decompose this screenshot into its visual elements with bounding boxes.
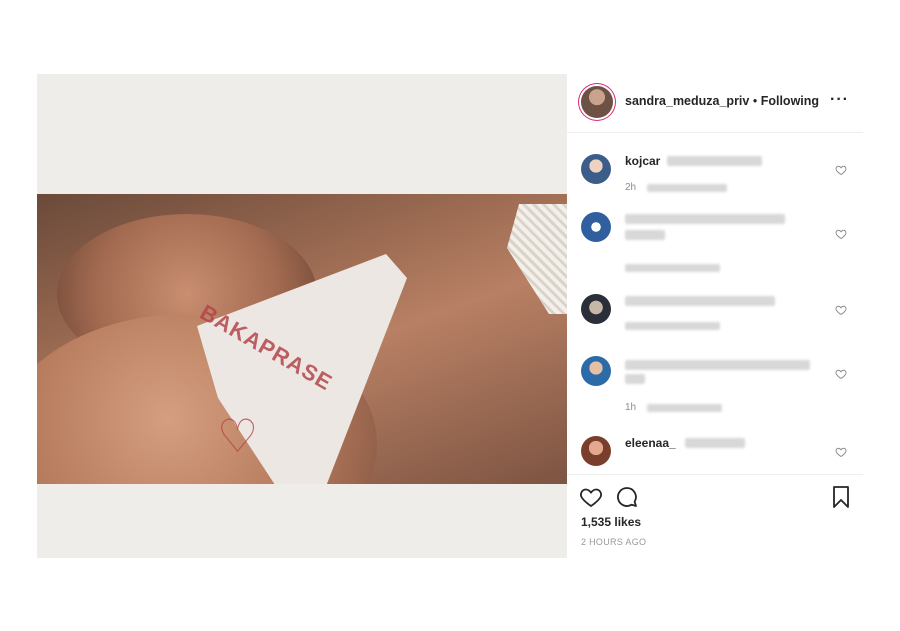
comment-username[interactable]: kojcar (625, 154, 660, 168)
comment-text-blurred (625, 214, 785, 224)
comment-time: 1h (625, 402, 637, 413)
likes-count[interactable]: 1,535 likes (581, 515, 641, 529)
post-photo[interactable]: BAKAPRASE ♡ (37, 74, 567, 558)
comment-username[interactable]: eleenaa_ (625, 436, 676, 450)
commenter-avatar[interactable] (581, 212, 611, 242)
commenter-avatar[interactable] (581, 154, 611, 184)
comment-like-icon[interactable] (835, 446, 847, 458)
comment-meta-blurred (625, 322, 720, 330)
commenter-avatar[interactable] (581, 356, 611, 386)
comment-item: eleenaa_ (567, 416, 863, 476)
comment-like-icon[interactable] (835, 304, 847, 316)
comment-like-icon[interactable] (835, 368, 847, 380)
comment-meta-blurred (625, 264, 720, 272)
comment-like-icon[interactable] (835, 228, 847, 240)
comment-meta-blurred (647, 184, 727, 192)
comment-text-blurred (625, 360, 810, 370)
post-header: sandra_meduza_priv • Following ··· (567, 74, 863, 133)
comments-list: kojcar 2h 1h eleenaa_ (567, 134, 863, 474)
more-options-icon[interactable]: ··· (830, 91, 849, 109)
post-sidebar: sandra_meduza_priv • Following ··· kojca… (567, 74, 863, 558)
comment-text-blurred (625, 374, 645, 384)
separator-dot: • (752, 94, 758, 108)
post-author: sandra_meduza_priv • Following (625, 94, 819, 108)
comment-text-blurred (625, 230, 665, 240)
post-timestamp: 2 HOURS AGO (581, 537, 647, 547)
comment-item: 1h (567, 336, 863, 413)
post-actions: 1,535 likes 2 HOURS AGO (567, 474, 863, 559)
photo-heart-drawing: ♡ (217, 410, 259, 462)
comment-text-blurred (667, 156, 762, 166)
follow-status-button[interactable]: Following (761, 94, 819, 108)
comment-text-blurred (685, 438, 745, 448)
photo-content: BAKAPRASE ♡ (37, 194, 567, 484)
photo-lace (507, 204, 567, 314)
bookmark-icon[interactable] (829, 485, 853, 509)
commenter-avatar[interactable] (581, 436, 611, 466)
comment-item: kojcar 2h (567, 134, 863, 194)
comment-meta-blurred (647, 404, 722, 412)
profile-avatar[interactable] (581, 86, 613, 118)
username-link[interactable]: sandra_meduza_priv (625, 94, 749, 108)
instagram-post: BAKAPRASE ♡ sandra_meduza_priv • Followi… (37, 74, 863, 558)
commenter-avatar[interactable] (581, 294, 611, 324)
heart-icon[interactable] (579, 485, 603, 509)
comment-like-icon[interactable] (835, 164, 847, 176)
comment-text-blurred (625, 296, 775, 306)
comment-item (567, 192, 863, 272)
comment-item (567, 274, 863, 334)
comment-icon[interactable] (615, 485, 639, 509)
